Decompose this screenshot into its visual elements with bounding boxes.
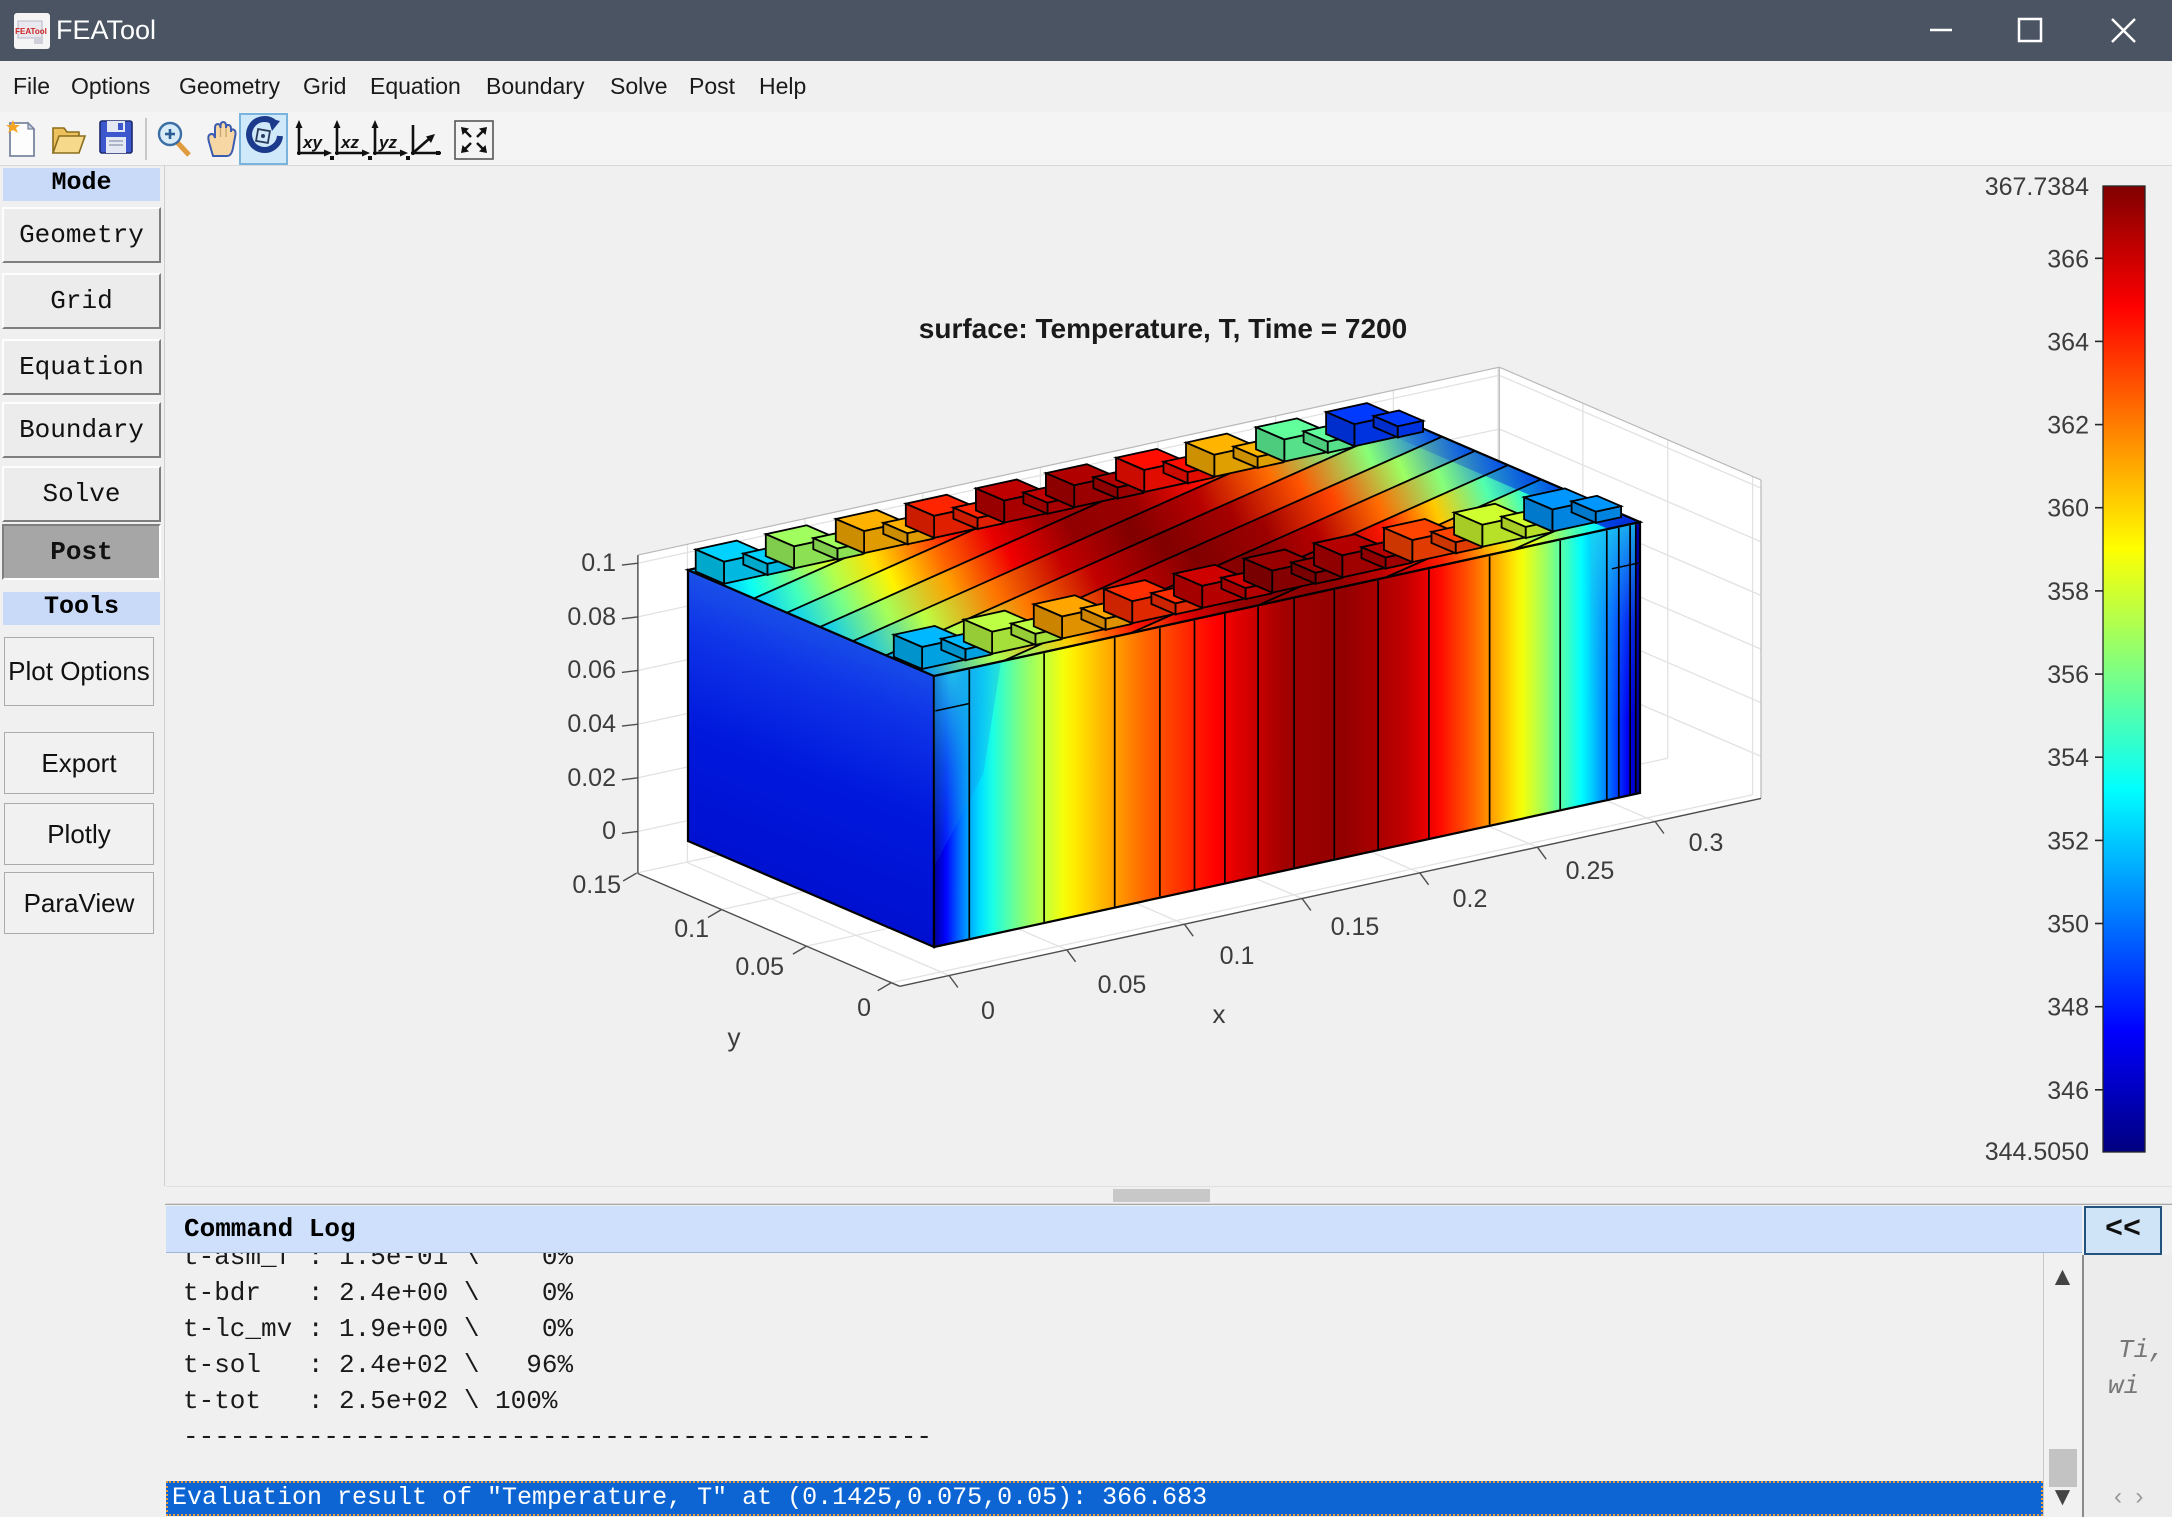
svg-text:0: 0	[981, 997, 995, 1025]
svg-text:0.15: 0.15	[572, 871, 621, 899]
svg-text:yz: yz	[378, 133, 397, 152]
svg-text:358: 358	[2047, 578, 2089, 606]
svg-text:348: 348	[2047, 994, 2089, 1022]
svg-text:352: 352	[2047, 827, 2089, 855]
svg-text:y: y	[728, 1022, 741, 1052]
svg-text:0.04: 0.04	[567, 710, 616, 738]
svg-text:0.1: 0.1	[1220, 942, 1255, 970]
svg-text:0.2: 0.2	[1453, 885, 1488, 913]
svg-text:0.3: 0.3	[1689, 829, 1724, 857]
svg-text:367.7384: 367.7384	[1985, 173, 2089, 201]
svg-text:surface: Temperature, T, Time: surface: Temperature, T, Time = 7200	[919, 313, 1407, 344]
svg-text:0.1: 0.1	[581, 549, 616, 577]
svg-text:362: 362	[2047, 412, 2089, 440]
svg-text:0.1: 0.1	[674, 915, 709, 943]
svg-text:344.5050: 344.5050	[1985, 1138, 2089, 1166]
svg-text:356: 356	[2047, 661, 2089, 689]
svg-text:xy: xy	[302, 133, 323, 152]
svg-text:0.05: 0.05	[1098, 971, 1147, 999]
svg-text:x: x	[1213, 999, 1226, 1029]
svg-text:0: 0	[857, 994, 871, 1022]
svg-text:0.06: 0.06	[567, 656, 616, 684]
svg-text:350: 350	[2047, 911, 2089, 939]
svg-text:0.15: 0.15	[1331, 913, 1380, 941]
svg-text:366: 366	[2047, 245, 2089, 273]
svg-text:0.08: 0.08	[567, 603, 616, 631]
svg-text:0.25: 0.25	[1566, 857, 1615, 885]
svg-text:FEATool: FEATool	[15, 27, 47, 36]
svg-text:0.05: 0.05	[735, 953, 784, 981]
svg-text:0: 0	[602, 817, 616, 845]
svg-text:xz: xz	[340, 133, 359, 152]
svg-text:364: 364	[2047, 328, 2089, 356]
svg-text:360: 360	[2047, 495, 2089, 523]
svg-text:346: 346	[2047, 1077, 2089, 1105]
svg-text:0.02: 0.02	[567, 764, 616, 792]
svg-text:354: 354	[2047, 744, 2089, 772]
